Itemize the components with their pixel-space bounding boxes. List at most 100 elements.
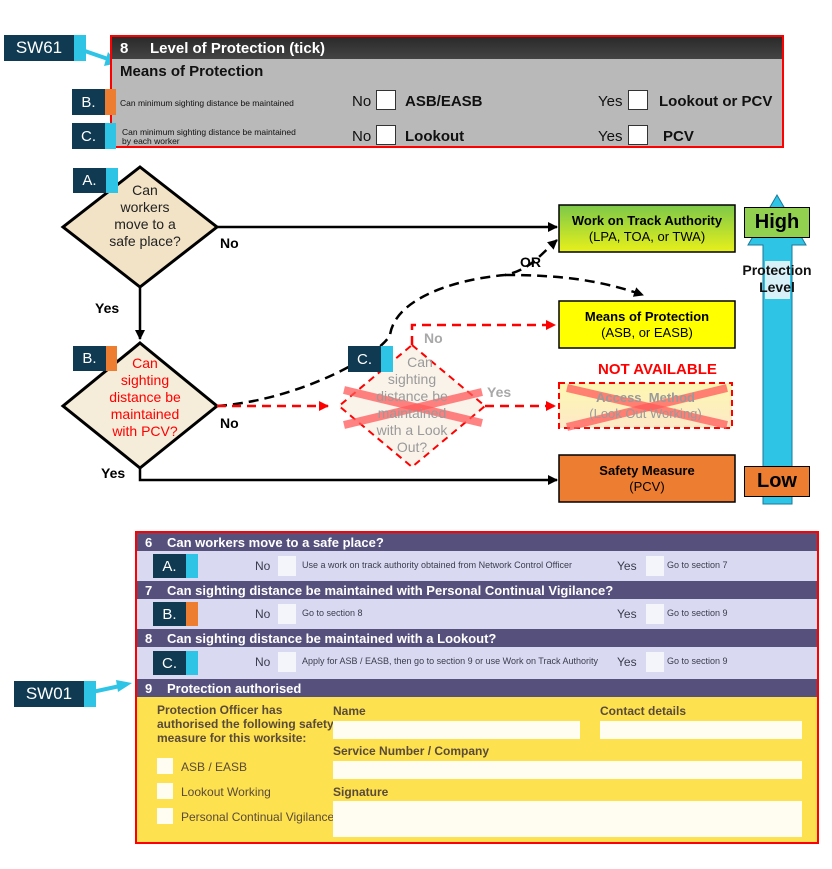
decision-a-text: Can workers move to a safe place? xyxy=(90,182,200,250)
sw01-section-6-yes-text: Go to section 7 xyxy=(667,560,728,570)
outcome-access-title: Access Method xyxy=(596,389,695,405)
sw01-section-number: 6 xyxy=(145,534,153,550)
sw01-section-title: Can sighting distance be maintained with… xyxy=(167,582,614,598)
sw01-service-field[interactable] xyxy=(333,761,802,779)
outcome-wota-subtitle: (LPA, TOA, or TWA) xyxy=(588,228,706,244)
sw01-section-8-yes-label: Yes xyxy=(617,655,637,669)
sw01-section-7-no-text: Go to section 8 xyxy=(302,608,363,618)
outcome-wota-title: Work on Track Authority xyxy=(571,212,723,228)
sw01-option-asb-label: ASB / EASB xyxy=(181,760,248,774)
decision-c-line: with a Look xyxy=(376,422,448,438)
sw01-section-7-row: B. No Go to section 8 Yes Go to section … xyxy=(137,599,817,629)
sw01-option-pcv-checkbox[interactable] xyxy=(157,808,173,824)
edge-a-no-label: No xyxy=(220,235,239,251)
sw01-option-asb-checkbox[interactable] xyxy=(157,758,173,774)
sw61-row-c-yes-option: PCV xyxy=(663,128,694,145)
sw01-contact-field[interactable] xyxy=(600,721,802,739)
edge-a-yes-label: Yes xyxy=(95,300,120,316)
sw01-signature-field[interactable] xyxy=(333,801,802,837)
sw01-section-6-yes-checkbox[interactable] xyxy=(646,556,664,576)
sw01-section-6-yes-label: Yes xyxy=(617,559,637,573)
sw01-row-c-tag: C. xyxy=(153,651,198,675)
sw61-row-b-yes-label: Yes xyxy=(598,93,623,110)
decision-c-line: sighting xyxy=(387,371,437,387)
sw01-option-lookout-checkbox[interactable] xyxy=(157,783,173,799)
decision-a-line: safe place? xyxy=(109,233,181,249)
sw01-section-7-yes-checkbox[interactable] xyxy=(646,604,664,624)
sw61-row-c-tag: C. xyxy=(72,123,116,149)
sw01-section-6-no-label: No xyxy=(255,559,271,573)
sw61-section-title: Level of Protection (tick) xyxy=(150,39,326,57)
outcome-access-subtitle: (Look Out Working) xyxy=(589,405,702,421)
sw01-section-8-no-label: No xyxy=(255,655,271,669)
sw01-section-7-yes-text: Go to section 9 xyxy=(667,608,728,618)
edge-b-yes-label: Yes xyxy=(101,465,126,481)
sw01-contact-label: Contact details xyxy=(600,704,687,718)
sw01-section-8-no-text: Apply for ASB / EASB, then go to section… xyxy=(302,656,598,666)
sw01-section-title: Can sighting distance be maintained with… xyxy=(167,630,497,646)
sw61-row-c-no-label: No xyxy=(352,128,372,145)
sw01-section-7-yes-label: Yes xyxy=(617,607,637,621)
sw61-row-b-no-label: No xyxy=(352,93,372,110)
sw01-section-title: Can workers move to a safe place? xyxy=(167,534,384,550)
decision-c-line: maintained xyxy=(377,405,447,421)
sw01-section-number: 8 xyxy=(145,630,153,646)
outcome-mop: Means of Protection (ASB, or EASB) xyxy=(559,301,735,348)
outcome-safety: Safety Measure (PCV) xyxy=(559,455,735,502)
sw61-row-b-question: Can minimum sighting distance be maintai… xyxy=(120,98,294,108)
sw01-section-8-no-checkbox[interactable] xyxy=(278,652,296,672)
sw01-row-a-tag-label: A. xyxy=(153,554,186,578)
decision-c-line: distance be xyxy=(376,388,448,404)
sw01-section-8-yes-checkbox[interactable] xyxy=(646,652,664,672)
protection-level-label-line1: Protection xyxy=(742,262,812,278)
sw01-section-7-no-label: No xyxy=(255,607,271,621)
sw01-section-8-row: C. No Apply for ASB / EASB, then go to s… xyxy=(137,647,817,679)
sw61-row-c-question: Can minimum sighting distance be maintai… xyxy=(122,128,296,146)
sw61-row-b-yes-option: Lookout or PCV xyxy=(659,93,773,110)
sw01-intro-line: measure for this worksite: xyxy=(157,731,307,745)
sw61-row-c-no-checkbox[interactable] xyxy=(376,125,396,145)
sw61-row-b-yes-checkbox[interactable] xyxy=(628,90,648,110)
decision-a-line: Can xyxy=(132,182,158,198)
sw01-row-a-tag: A. xyxy=(153,554,198,578)
sw01-row-a-tag-swatch xyxy=(186,554,198,578)
sw61-row-c-yes-checkbox[interactable] xyxy=(628,125,648,145)
sw61-row-b-tag-swatch xyxy=(105,89,116,115)
outcome-mop-title: Means of Protection xyxy=(584,308,710,324)
decision-c-line: Can xyxy=(407,354,433,370)
outcome-safety-subtitle: (PCV) xyxy=(629,478,665,494)
sw61-row-b-tag: B. xyxy=(72,89,116,115)
decision-a-line: move to a xyxy=(114,216,176,232)
edge-b-yes xyxy=(138,468,558,485)
sw01-section-7-no-checkbox[interactable] xyxy=(278,604,296,624)
sw01-callout-label: SW01 xyxy=(14,681,84,707)
protection-high-badge: High xyxy=(744,207,810,238)
sw01-form-excerpt: 6 Can workers move to a safe place? A. N… xyxy=(135,531,819,844)
outcome-mop-subtitle: (ASB, or EASB) xyxy=(601,324,693,340)
sw01-service-label: Service Number / Company xyxy=(333,744,490,758)
sw01-option-lookout-label: Lookout Working xyxy=(181,785,271,799)
decision-b-line: maintained xyxy=(110,406,180,422)
sw01-section-6-no-checkbox[interactable] xyxy=(278,556,296,576)
sw01-name-label: Name xyxy=(333,704,366,718)
decision-c-text: Can sighting distance be maintained with… xyxy=(356,354,468,456)
sw61-row-b-no-checkbox[interactable] xyxy=(376,90,396,110)
sw01-intro-line: Protection Officer has xyxy=(157,703,283,717)
protection-level-label: Protection Level xyxy=(735,262,819,296)
outcome-safety-title: Safety Measure xyxy=(599,462,695,478)
decision-b-text: Can sighting distance be maintained with… xyxy=(85,355,205,440)
sw61-section-number: 8 xyxy=(120,39,129,57)
sw01-name-field[interactable] xyxy=(333,721,580,739)
edge-c-no-label: No xyxy=(424,330,443,346)
sw01-pointer-arrow xyxy=(92,680,132,694)
sw61-section-header: 8 Level of Protection (tick) xyxy=(112,37,782,59)
sw61-row-c-yes-label: Yes xyxy=(598,128,623,145)
sw61-subtitle: Means of Protection xyxy=(120,63,264,80)
decision-a-line: workers xyxy=(120,199,170,215)
protection-level-label-line2: Level xyxy=(759,279,795,295)
edge-c-yes-label: Yes xyxy=(487,384,512,400)
sw01-section-6-no-text: Use a work on track authority obtained f… xyxy=(302,560,572,570)
sw01-row-c-tag-swatch xyxy=(186,651,198,675)
sw01-callout: SW01 xyxy=(14,681,96,707)
sw01-section-7-header: 7 Can sighting distance be maintained wi… xyxy=(137,581,817,599)
